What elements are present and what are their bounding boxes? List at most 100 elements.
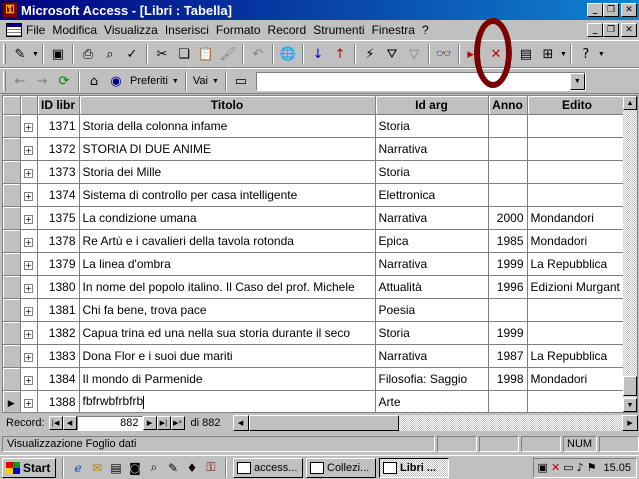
menu-help[interactable]: ? bbox=[422, 23, 429, 37]
table-row[interactable]: +1379 La linea d'ombra Narrativa 1999 La Rep… bbox=[3, 252, 628, 276]
select-all-corner[interactable] bbox=[3, 96, 21, 115]
internet-explorer-icon[interactable]: ℯ bbox=[70, 460, 86, 476]
clock[interactable]: 15.05 bbox=[603, 462, 631, 474]
expand-plus-icon[interactable]: + bbox=[24, 237, 33, 247]
cell-id[interactable]: 1384 bbox=[37, 367, 80, 391]
app-quick-icon[interactable]: ⚿ bbox=[203, 460, 219, 476]
volume-tray-icon[interactable]: ♪ bbox=[577, 461, 584, 474]
cell-titolo[interactable]: Chi fa bene, trova pace bbox=[79, 298, 376, 322]
vertical-scrollbar[interactable]: ▲ ▼ bbox=[623, 96, 637, 412]
record-selector[interactable] bbox=[3, 206, 21, 230]
task-collezioni[interactable]: Collezi... bbox=[306, 457, 376, 478]
minimize-button[interactable]: _ bbox=[587, 3, 603, 17]
cell-anno[interactable] bbox=[488, 160, 528, 184]
scheduler-tray-icon[interactable]: ✕ bbox=[551, 461, 560, 474]
help-dropdown-arrow[interactable]: ▼ bbox=[598, 51, 605, 58]
save-icon[interactable]: ▣ bbox=[47, 43, 69, 65]
cell-anno[interactable]: 1987 bbox=[488, 344, 528, 368]
cell-id-arg[interactable]: Narrativa bbox=[375, 344, 489, 368]
monitor-tray-icon[interactable]: ▭ bbox=[563, 461, 573, 474]
cell-titolo[interactable]: La linea d'ombra bbox=[79, 252, 376, 276]
apply-filter-icon[interactable]: ▽ bbox=[403, 43, 425, 65]
scroll-right-button[interactable]: ▶ bbox=[622, 415, 638, 431]
expand-cell[interactable]: + bbox=[20, 137, 38, 161]
cell-anno[interactable] bbox=[488, 298, 528, 322]
table-row[interactable]: ▶ +1388 fbfrwbfrbfrb Arte bbox=[3, 390, 628, 412]
sort-descending-icon[interactable]: ↑ bbox=[329, 43, 351, 65]
cell-anno[interactable] bbox=[488, 183, 528, 207]
table-row[interactable]: +1372 STORIA DI DUE ANIME Narrativa bbox=[3, 137, 628, 161]
next-record-button[interactable]: ▶ bbox=[142, 416, 157, 430]
expand-cell[interactable]: + bbox=[20, 252, 38, 276]
cell-anno[interactable]: 1985 bbox=[488, 229, 528, 253]
cell-id[interactable]: 1371 bbox=[37, 114, 80, 138]
table-row[interactable]: +1375 La condizione umana Narrativa 2000 Mon… bbox=[3, 206, 628, 230]
cell-titolo[interactable]: Il mondo di Parmenide bbox=[79, 367, 376, 391]
cell-id[interactable]: 1388 bbox=[37, 390, 80, 412]
cell-titolo[interactable]: Storia della colonna infame bbox=[79, 114, 376, 138]
sort-ascending-icon[interactable]: ↓ bbox=[307, 43, 329, 65]
search-web-icon[interactable]: ◉ bbox=[105, 70, 127, 92]
child-restore-button[interactable]: ❐ bbox=[603, 23, 619, 37]
table-row[interactable]: +1383 Dona Flor e i suoi due mariti Narrat… bbox=[3, 344, 628, 368]
expand-cell[interactable]: + bbox=[20, 344, 38, 368]
cell-id-arg[interactable]: Elettronica bbox=[375, 183, 489, 207]
view-design-icon[interactable]: ✎ bbox=[9, 43, 31, 65]
cell-editore[interactable] bbox=[527, 137, 628, 161]
scroll-up-button[interactable]: ▲ bbox=[623, 96, 637, 110]
cell-id[interactable]: 1374 bbox=[37, 183, 80, 207]
table-row[interactable]: +1381 Chi fa bene, trova pace Poesia bbox=[3, 298, 628, 322]
expand-cell[interactable]: + bbox=[20, 229, 38, 253]
cell-titolo[interactable]: STORIA DI DUE ANIME bbox=[79, 137, 376, 161]
expand-plus-icon[interactable]: + bbox=[24, 214, 33, 224]
column-header-id[interactable]: ID libr bbox=[37, 96, 80, 115]
cell-id[interactable]: 1382 bbox=[37, 321, 80, 345]
format-painter-icon[interactable]: 🖌 bbox=[217, 43, 239, 65]
undo-icon[interactable]: ↶ bbox=[247, 43, 269, 65]
favorites-menu[interactable]: Preferiti ▼ bbox=[127, 75, 182, 87]
cell-anno[interactable]: 1996 bbox=[488, 275, 528, 299]
tray-app-icon[interactable]: ⚑ bbox=[587, 461, 597, 474]
cell-id[interactable]: 1381 bbox=[37, 298, 80, 322]
spelling-icon[interactable]: ✓ bbox=[121, 43, 143, 65]
print-icon[interactable]: ⎙ bbox=[77, 43, 99, 65]
cell-id[interactable]: 1378 bbox=[37, 229, 80, 253]
new-object-dropdown-arrow[interactable]: ▼ bbox=[560, 51, 567, 58]
cell-id-arg[interactable]: Storia bbox=[375, 160, 489, 184]
menu-finestra[interactable]: Finestra bbox=[372, 23, 415, 37]
horizontal-scrollbar[interactable]: ◀ ▶ bbox=[232, 415, 638, 431]
expand-cell[interactable]: + bbox=[20, 367, 38, 391]
column-header-editore[interactable]: Edito bbox=[527, 96, 628, 115]
menu-inserisci[interactable]: Inserisci bbox=[165, 23, 209, 37]
home-icon[interactable]: ⌂ bbox=[83, 70, 105, 92]
address-field[interactable]: ▼ bbox=[255, 71, 586, 91]
network-tray-icon[interactable]: ▣ bbox=[538, 461, 548, 474]
cell-titolo[interactable]: Re Artù e i cavalieri della tavola roton… bbox=[79, 229, 376, 253]
cell-anno[interactable] bbox=[488, 390, 528, 412]
child-close-button[interactable]: ✕ bbox=[621, 23, 637, 37]
cell-id-arg[interactable]: Poesia bbox=[375, 298, 489, 322]
office-assistant-icon[interactable]: ? bbox=[575, 43, 597, 65]
table-row[interactable]: +1384 Il mondo di Parmenide Filosofia: Sag… bbox=[3, 367, 628, 391]
cell-anno[interactable]: 1999 bbox=[488, 321, 528, 345]
cell-titolo[interactable]: Sistema di controllo per casa intelligen… bbox=[79, 183, 376, 207]
new-record-icon[interactable]: ▸* bbox=[463, 43, 485, 65]
expand-plus-icon[interactable]: + bbox=[24, 375, 33, 385]
cell-titolo[interactable]: Storia dei Mille bbox=[79, 160, 376, 184]
outlook-express-icon[interactable]: ✉ bbox=[89, 460, 105, 476]
expand-cell[interactable]: + bbox=[20, 275, 38, 299]
toolbar-grip[interactable] bbox=[3, 71, 6, 91]
expand-cell[interactable]: + bbox=[20, 321, 38, 345]
expand-plus-icon[interactable]: + bbox=[24, 191, 33, 201]
cell-editore[interactable]: Mondadori bbox=[527, 367, 628, 391]
previous-record-button[interactable]: ◀ bbox=[62, 416, 77, 430]
cell-editore[interactable]: La Repubblica bbox=[527, 252, 628, 276]
expand-plus-icon[interactable]: + bbox=[24, 145, 33, 155]
cell-editore[interactable]: Mondadori bbox=[527, 229, 628, 253]
hyperlink-icon[interactable]: 🌐 bbox=[277, 43, 299, 65]
menu-record[interactable]: Record bbox=[268, 23, 307, 37]
expand-plus-icon[interactable]: + bbox=[24, 352, 33, 362]
cell-editore[interactable]: Edizioni Murgant bbox=[527, 275, 628, 299]
cell-editore[interactable] bbox=[527, 298, 628, 322]
paste-icon[interactable]: 📋 bbox=[195, 43, 217, 65]
